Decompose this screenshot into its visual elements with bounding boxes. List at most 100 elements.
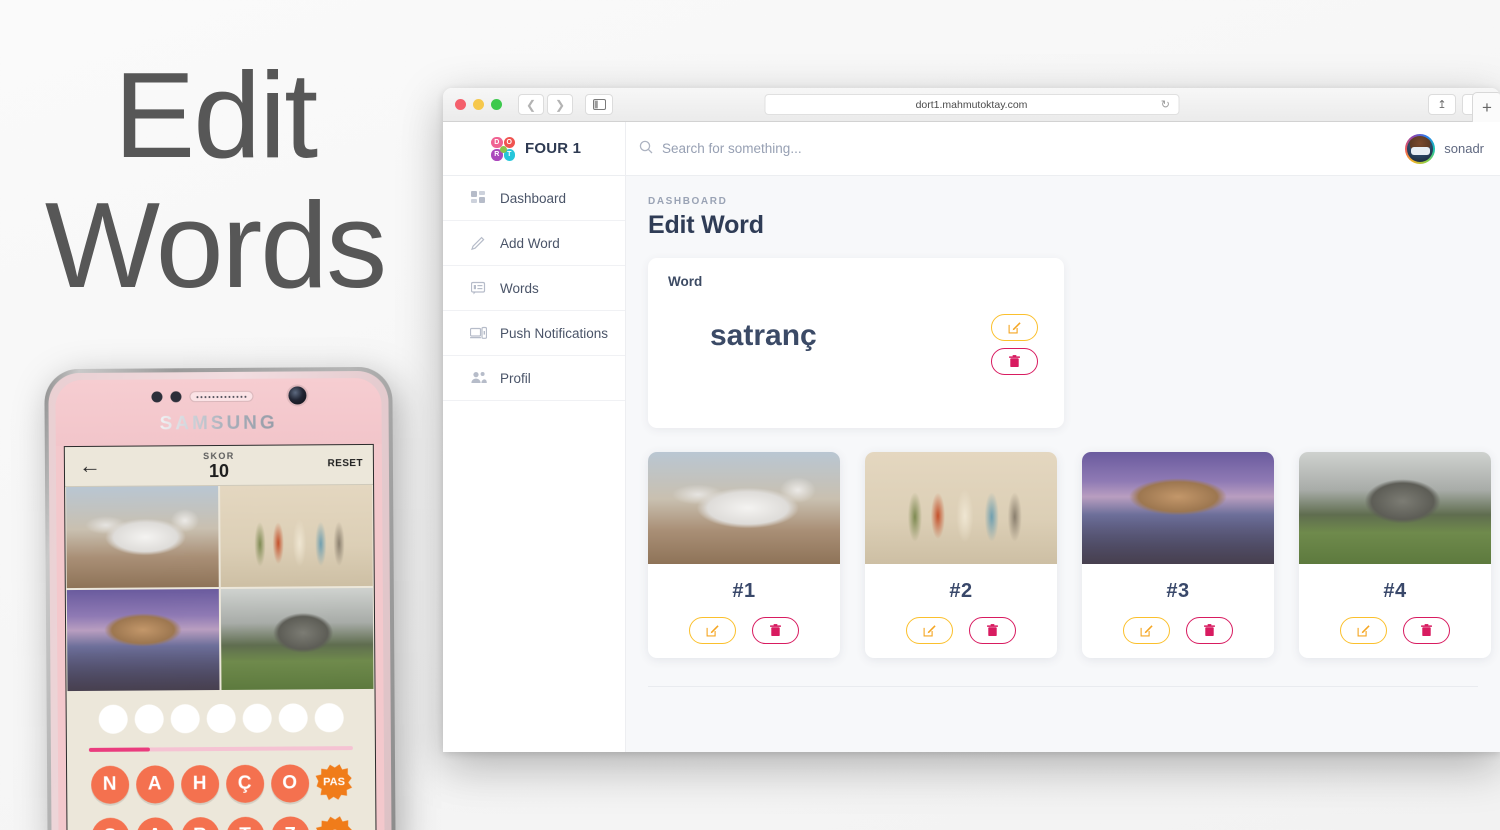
- people-icon: [470, 370, 487, 387]
- user-menu[interactable]: sonadr: [1405, 133, 1484, 164]
- app-main: sonadr DASHBOARD Edit Word Word satranç: [626, 122, 1500, 752]
- letter-button[interactable]: O: [270, 764, 309, 803]
- forward-button[interactable]: ❯: [547, 94, 573, 115]
- search-bar[interactable]: [639, 140, 1405, 157]
- sidebar-item-profil[interactable]: Profil: [443, 356, 625, 401]
- letter-button[interactable]: A: [135, 765, 174, 804]
- hint-button[interactable]: ?: [312, 813, 355, 830]
- card-number: #1: [732, 580, 756, 602]
- guess-slot: [98, 704, 128, 734]
- guess-slot-row: [67, 689, 375, 734]
- window-traffic-lights: [455, 99, 502, 110]
- letter-button[interactable]: R: [180, 817, 220, 830]
- phone-brand: SAMSUNG: [56, 412, 382, 436]
- app-topbar: sonadr: [626, 122, 1500, 176]
- card-edit-button[interactable]: [1340, 617, 1387, 644]
- share-icon[interactable]: ↥: [1428, 94, 1456, 115]
- phone-mockup: SAMSUNG ← SKOR 10 RESET N A H Ç O PAS: [44, 366, 396, 830]
- progress-bar: [88, 746, 353, 752]
- word-card-actions: [991, 314, 1038, 375]
- promo-heading-line1: Edit: [113, 47, 318, 183]
- sidebar-glyph: [592, 99, 606, 110]
- progress-bar-fill: [88, 747, 150, 752]
- word-delete-button[interactable]: [991, 348, 1038, 375]
- new-tab-button[interactable]: +: [1472, 92, 1500, 122]
- sidebar-item-label: Words: [500, 280, 539, 296]
- guess-slot: [242, 703, 272, 733]
- phone-sensors: [151, 390, 254, 403]
- sidebar-toggle-icon[interactable]: [585, 94, 613, 115]
- url-text: dort1.mahmutoktay.com: [915, 98, 1028, 111]
- card-edit-button[interactable]: [1123, 617, 1170, 644]
- letter-button[interactable]: Z: [270, 816, 310, 830]
- pass-button[interactable]: PAS: [312, 761, 355, 804]
- letter-row-2: SARTZ?: [67, 816, 375, 830]
- word-card-label: Word: [668, 274, 703, 289]
- maximize-window-button[interactable]: [491, 99, 502, 110]
- back-button[interactable]: ❮: [518, 94, 544, 115]
- devices-icon: [470, 325, 487, 342]
- word-edit-button[interactable]: [991, 314, 1038, 341]
- letter-button[interactable]: T: [225, 816, 265, 830]
- sidebar-item-words[interactable]: Words: [443, 266, 625, 311]
- search-input[interactable]: [662, 141, 962, 156]
- sidebar-item-push-notifications[interactable]: Push Notifications: [443, 311, 625, 356]
- image-card: #1: [648, 452, 840, 658]
- image-card: #2: [865, 452, 1057, 658]
- trash-icon: [1009, 355, 1020, 367]
- letter-button[interactable]: Ç: [225, 764, 264, 803]
- back-arrow-icon[interactable]: ←: [79, 453, 101, 478]
- card-actions: [1082, 617, 1274, 644]
- search-glyph: [639, 140, 653, 154]
- card-delete-button[interactable]: [1186, 617, 1233, 644]
- promo-heading-line2: Words: [44, 176, 387, 313]
- dashboard-grid-icon: [470, 190, 487, 207]
- guess-slot: [206, 703, 236, 734]
- brand-name: FOUR 1: [525, 140, 582, 157]
- card-image-elephant: [1299, 452, 1491, 564]
- card-actions: [648, 617, 840, 644]
- minimize-window-button[interactable]: [473, 99, 484, 110]
- card-delete-button[interactable]: [752, 617, 799, 644]
- sidebar-item-label: Add Word: [500, 235, 560, 251]
- card-delete-button[interactable]: [1403, 617, 1450, 644]
- card-number: #2: [949, 580, 973, 602]
- letter-button[interactable]: A: [135, 817, 175, 830]
- game-image-2: [220, 484, 373, 587]
- card-actions: [865, 617, 1057, 644]
- card-delete-button[interactable]: [969, 617, 1016, 644]
- card-image-horse: [648, 452, 840, 564]
- game-image-grid: [65, 484, 374, 692]
- reload-icon[interactable]: ↻: [1161, 98, 1170, 111]
- username-label: sonadr: [1444, 141, 1484, 156]
- close-window-button[interactable]: [455, 99, 466, 110]
- avatar[interactable]: [1405, 133, 1436, 164]
- phone-screen: ← SKOR 10 RESET N A H Ç O PAS: [63, 443, 377, 830]
- letter-button[interactable]: H: [180, 765, 219, 804]
- letter-button[interactable]: S: [90, 817, 130, 830]
- card-edit-button[interactable]: [689, 617, 736, 644]
- guess-slot: [170, 704, 200, 734]
- reset-button[interactable]: RESET: [328, 458, 363, 469]
- word-card: Word satranç: [648, 258, 1064, 428]
- pencil-icon: [470, 235, 487, 252]
- sidebar-brand[interactable]: DORT FOUR 1: [443, 122, 625, 176]
- page-title: Edit Word: [648, 211, 764, 239]
- sidebar-nav: Dashboard Add Word Words Push Notifications…: [443, 176, 625, 401]
- card-image-ottoman: [865, 452, 1057, 564]
- game-image-1: [66, 486, 219, 589]
- app-page: DORT FOUR 1 Dashboard Add Word Words Push N…: [443, 122, 1500, 752]
- game-image-3: [66, 589, 220, 692]
- card-edit-button[interactable]: [906, 617, 953, 644]
- app-sidebar: DORT FOUR 1 Dashboard Add Word Words Push N…: [443, 122, 626, 752]
- four-one-logo-icon: DORT: [491, 136, 515, 161]
- guess-slot: [314, 703, 344, 733]
- image-card: #3: [1082, 452, 1274, 658]
- sidebar-item-add-word[interactable]: Add Word: [443, 221, 625, 266]
- phone-speaker: [189, 390, 254, 403]
- sidebar-item-dashboard[interactable]: Dashboard: [443, 176, 625, 221]
- breadcrumb: DASHBOARD: [648, 196, 728, 207]
- letter-row-1: N A H Ç O PAS: [67, 764, 375, 804]
- letter-button[interactable]: N: [90, 765, 129, 804]
- address-bar[interactable]: dort1.mahmutoktay.com ↻: [764, 94, 1179, 115]
